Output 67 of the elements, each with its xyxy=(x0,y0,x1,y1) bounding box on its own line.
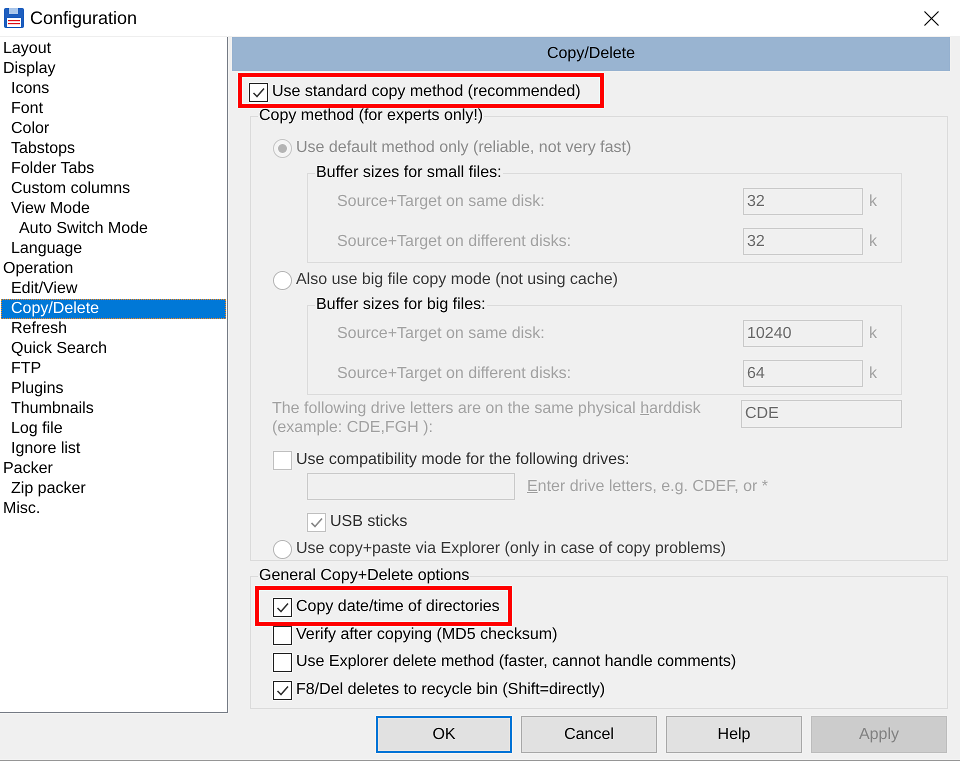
group-title: Buffer sizes for big files: xyxy=(315,295,487,315)
tree-item[interactable]: Layout xyxy=(1,39,226,59)
tree-item[interactable]: Font xyxy=(1,99,226,119)
dialog-button[interactable]: Help xyxy=(666,716,802,753)
unit-label: k xyxy=(869,364,877,382)
checkbox-label: Use standard copy method (recommended) xyxy=(272,83,581,101)
section-header: Copy/Delete xyxy=(232,37,950,71)
tree-item[interactable]: Zip packer xyxy=(1,479,226,499)
checkbox-label: Verify after copying (MD5 checksum) xyxy=(296,626,558,644)
tree-item[interactable]: Language xyxy=(1,239,226,259)
tree-item[interactable]: Folder Tabs xyxy=(1,159,226,179)
text-field[interactable]: 64 xyxy=(743,360,863,387)
text-field[interactable]: CDE xyxy=(741,400,902,428)
close-icon xyxy=(924,10,938,26)
tree-item[interactable]: Thumbnails xyxy=(1,399,226,419)
checkbox-label: F8/Del deletes to recycle bin (Shift=directly) xyxy=(296,681,606,699)
checkbox[interactable] xyxy=(249,82,268,102)
tree-item[interactable]: Log file xyxy=(1,419,226,439)
checkbox[interactable] xyxy=(273,626,292,644)
tree-item[interactable]: Tabstops xyxy=(1,139,226,159)
tree-item[interactable]: FTP xyxy=(1,359,226,379)
checkbox-label: Use Explorer delete method (faster, cannot handle comments) xyxy=(296,653,736,671)
checkbox[interactable] xyxy=(273,598,292,616)
tree-item[interactable]: Operation xyxy=(1,259,226,279)
tree-item[interactable]: Copy/Delete xyxy=(1,299,226,319)
checkbox-label: USB sticks xyxy=(330,513,408,531)
drive-letters-field[interactable] xyxy=(307,473,515,500)
radio-label: Also use big file copy mode (not using cache) xyxy=(296,271,618,289)
radio-label: Use default method only (reliable, not very fast) xyxy=(296,139,632,157)
text-field[interactable]: 32 xyxy=(743,188,863,215)
tree-item[interactable]: Refresh xyxy=(1,319,226,339)
text-field[interactable]: 10240 xyxy=(743,320,863,347)
field-label: Source+Target on same disk: xyxy=(337,192,546,210)
hint-text: Enter drive letters, e.g. CDEF, or * xyxy=(527,478,768,496)
tree-item[interactable]: Plugins xyxy=(1,379,226,399)
tree-item[interactable]: Custom columns xyxy=(1,179,226,199)
checkbox-label: Copy date/time of directories xyxy=(296,598,500,616)
radio-button[interactable] xyxy=(273,540,292,558)
field-label: Source+Target on different disks: xyxy=(337,232,572,250)
field-label: Source+Target on same disk: xyxy=(337,324,546,342)
window-title: Configuration xyxy=(30,8,138,28)
tree-item[interactable]: Icons xyxy=(1,79,226,99)
text-field[interactable]: 32 xyxy=(743,228,863,255)
group-title: General Copy+Delete options xyxy=(258,566,470,586)
tree-item[interactable]: Edit/View xyxy=(1,279,226,299)
radio-button[interactable] xyxy=(273,270,292,290)
drive-letters-label: The following drive letters are on the same physical harddisk (example: CDE,FGH ): xyxy=(272,399,701,437)
tree-item[interactable]: Auto Switch Mode xyxy=(1,219,226,239)
dialog-button[interactable]: OK xyxy=(376,716,512,753)
tree-item[interactable]: Color xyxy=(1,119,226,139)
radio-label: Use copy+paste via Explorer (only in case of copy problems) xyxy=(296,540,726,558)
checkbox-label: Use compatibility mode for the following drives: xyxy=(296,451,630,469)
tree-item[interactable]: Ignore list xyxy=(1,439,226,459)
group-title: Buffer sizes for small files: xyxy=(315,163,503,183)
checkbox[interactable] xyxy=(273,680,292,700)
unit-label: k xyxy=(869,192,877,210)
tree-item[interactable]: View Mode xyxy=(1,199,226,219)
dialog-button[interactable]: Cancel xyxy=(521,716,657,753)
tree-item[interactable]: Display xyxy=(1,59,226,79)
unit-label: k xyxy=(869,232,877,250)
tree-item[interactable]: Quick Search xyxy=(1,339,226,359)
field-label: Source+Target on different disks: xyxy=(337,364,572,382)
tree-item[interactable]: Packer xyxy=(1,459,226,479)
unit-label: k xyxy=(869,324,877,342)
group-title: Copy method (for experts only!) xyxy=(258,106,484,126)
checkbox[interactable] xyxy=(273,652,292,672)
tree-item[interactable]: Misc. xyxy=(1,499,226,519)
